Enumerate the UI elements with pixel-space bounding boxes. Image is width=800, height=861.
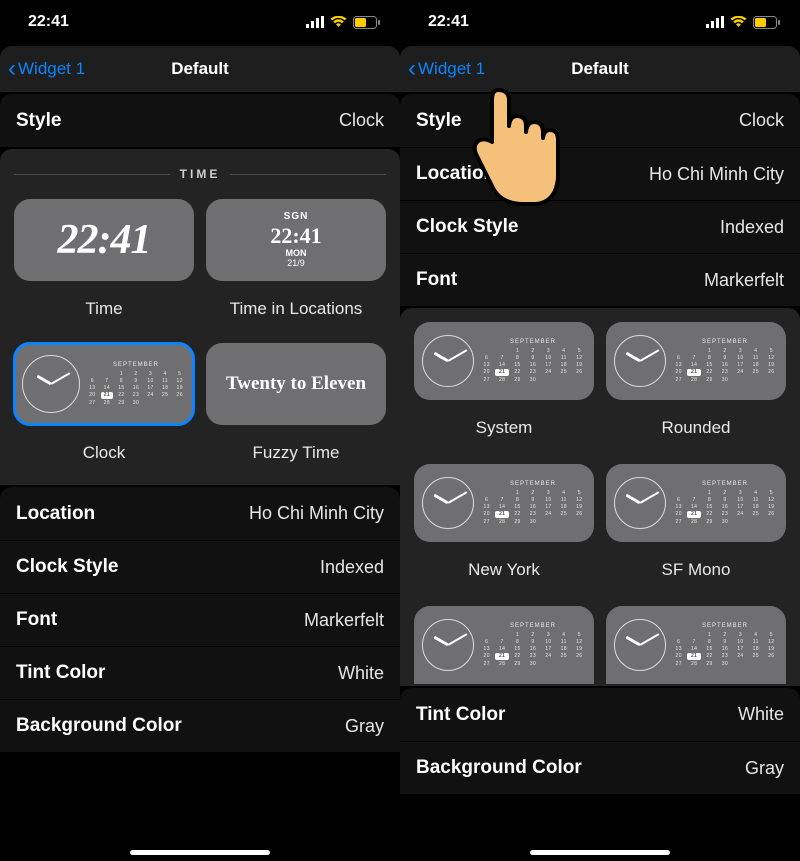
chevron-left-icon: ‹ bbox=[8, 57, 16, 81]
font-option-system[interactable]: SEPTEMBER1234567891011121314151617181920… bbox=[414, 322, 594, 400]
battery-icon bbox=[353, 16, 380, 29]
battery-icon bbox=[753, 16, 780, 29]
page-title: Default bbox=[571, 59, 629, 79]
preview-time-value: 22:41 bbox=[58, 216, 151, 264]
analog-clock-icon bbox=[614, 619, 666, 671]
nav-bar: ‹ Widget 1 Default bbox=[0, 46, 400, 92]
preview-time-in-locations[interactable]: SGN 22:41 MON 21/9 bbox=[206, 199, 386, 281]
row-style-value: Clock bbox=[339, 110, 384, 131]
back-button[interactable]: ‹ Widget 1 bbox=[0, 57, 85, 81]
settings-rows: Location Ho Chi Minh City Clock Style In… bbox=[0, 487, 400, 752]
font-option-rounded[interactable]: SEPTEMBER1234567891011121314151617181920… bbox=[606, 322, 786, 400]
font-option-sfmono[interactable]: SEPTEMBER1234567891011121314151617181920… bbox=[606, 464, 786, 542]
analog-clock-icon bbox=[422, 335, 474, 387]
caption-sfmono: SF Mono bbox=[606, 560, 786, 580]
analog-clock-icon bbox=[422, 477, 474, 529]
row-style-label: Style bbox=[16, 110, 61, 132]
caption-time-loc: Time in Locations bbox=[206, 299, 386, 319]
back-label: Widget 1 bbox=[418, 59, 485, 79]
row-font[interactable]: Font Markerfelt bbox=[0, 593, 400, 646]
back-button[interactable]: ‹ Widget 1 bbox=[400, 57, 485, 81]
analog-clock-icon bbox=[422, 619, 474, 671]
time-section-header: TIME bbox=[14, 167, 386, 181]
cellular-icon bbox=[706, 16, 724, 28]
preview-fuzzy-value: Twenty to Eleven bbox=[226, 373, 366, 395]
row-tint-color[interactable]: Tint Color White bbox=[400, 688, 800, 741]
caption-newyork: New York bbox=[414, 560, 594, 580]
right-screen: 22:41 ‹ Widget 1 Default Style Clock Loc… bbox=[400, 0, 800, 861]
home-indicator[interactable] bbox=[530, 850, 670, 855]
row-style[interactable]: Style Clock bbox=[0, 94, 400, 147]
wifi-icon bbox=[330, 16, 347, 28]
caption-time: Time bbox=[14, 299, 194, 319]
row-clock-style[interactable]: Clock Style Indexed bbox=[0, 540, 400, 593]
row-background-color[interactable]: Background Color Gray bbox=[400, 741, 800, 794]
row-location[interactable]: Location Ho Chi Minh City bbox=[0, 487, 400, 540]
nav-bar: ‹ Widget 1 Default bbox=[400, 46, 800, 92]
row-tint-color[interactable]: Tint Color White bbox=[0, 646, 400, 699]
status-time: 22:41 bbox=[428, 13, 469, 31]
caption-clock: Clock bbox=[14, 443, 194, 463]
row-clock-style[interactable]: Clock Style Indexed bbox=[400, 200, 800, 253]
font-option-partial-right[interactable]: SEPTEMBER1234567891011121314151617181920… bbox=[606, 606, 786, 684]
home-indicator[interactable] bbox=[130, 850, 270, 855]
page-title: Default bbox=[171, 59, 229, 79]
preview-time[interactable]: 22:41 bbox=[14, 199, 194, 281]
status-icons bbox=[706, 16, 780, 29]
preview-fuzzy-time[interactable]: Twenty to Eleven bbox=[206, 343, 386, 425]
style-previews: TIME 22:41 SGN 22:41 MON 21/9 Time Time … bbox=[0, 149, 400, 485]
row-background-color[interactable]: Background Color Gray bbox=[0, 699, 400, 752]
mini-calendar: SEPTEMBER 123456789101112131415161718192… bbox=[86, 362, 186, 406]
bottom-settings-rows: Tint Color White Background Color Gray bbox=[400, 688, 800, 794]
back-label: Widget 1 bbox=[18, 59, 85, 79]
status-time: 22:41 bbox=[28, 13, 69, 31]
wifi-icon bbox=[730, 16, 747, 28]
status-bar: 22:41 bbox=[400, 0, 800, 44]
cellular-icon bbox=[306, 16, 324, 28]
caption-rounded: Rounded bbox=[606, 418, 786, 438]
status-icons bbox=[306, 16, 380, 29]
left-screen: 22:41 ‹ Widget 1 Default Style Clock TIM… bbox=[0, 0, 400, 861]
font-option-newyork[interactable]: SEPTEMBER1234567891011121314151617181920… bbox=[414, 464, 594, 542]
analog-clock-icon bbox=[614, 477, 666, 529]
caption-fuzzy: Fuzzy Time bbox=[206, 443, 386, 463]
status-bar: 22:41 bbox=[0, 0, 400, 44]
row-location[interactable]: Location Ho Chi Minh City bbox=[400, 147, 800, 200]
caption-system: System bbox=[414, 418, 594, 438]
chevron-left-icon: ‹ bbox=[408, 57, 416, 81]
top-settings-rows: Style Clock Location Ho Chi Minh City Cl… bbox=[400, 94, 800, 306]
preview-clock[interactable]: SEPTEMBER 123456789101112131415161718192… bbox=[14, 343, 194, 425]
row-font[interactable]: Font Markerfelt bbox=[400, 253, 800, 306]
analog-clock-icon bbox=[614, 335, 666, 387]
analog-clock-icon bbox=[22, 355, 80, 413]
font-previews: SEPTEMBER1234567891011121314151617181920… bbox=[400, 308, 800, 686]
row-style[interactable]: Style Clock bbox=[400, 94, 800, 147]
font-option-partial-left[interactable]: SEPTEMBER1234567891011121314151617181920… bbox=[414, 606, 594, 684]
